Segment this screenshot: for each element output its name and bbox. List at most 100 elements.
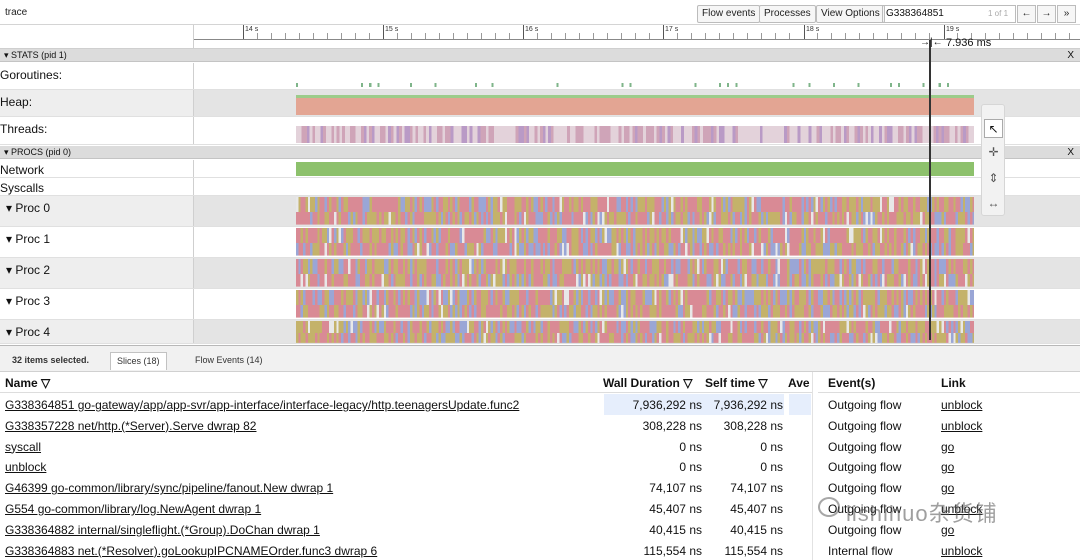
track-syscalls[interactable]: Syscalls — [0, 178, 1080, 196]
track-area[interactable] — [194, 258, 1080, 288]
ruler-minor-tick — [537, 33, 538, 39]
ruler-minor-tick — [397, 33, 398, 39]
track-label: ▾ Proc 3 — [0, 289, 194, 319]
processes-button[interactable]: Processes — [759, 5, 816, 23]
proc-1-slices[interactable] — [296, 228, 974, 256]
proc-2-slices[interactable] — [296, 259, 974, 287]
next-result-button[interactable]: → — [1037, 5, 1056, 23]
column-name[interactable]: Name ▽ — [5, 376, 50, 390]
proc-4-slices[interactable] — [296, 321, 974, 343]
track-heap[interactable]: Heap: — [0, 90, 1080, 117]
ruler-minor-tick — [271, 33, 272, 39]
slice-name-link[interactable]: G554 go-common/library/log.NewAgent dwra… — [5, 502, 599, 516]
cursor-icon[interactable]: ↖ — [984, 119, 1003, 138]
track-proc-3[interactable]: ▾ Proc 3 — [0, 289, 1080, 320]
ruler-minor-tick — [481, 33, 482, 39]
ruler-minor-tick — [775, 33, 776, 39]
threads-counter[interactable] — [296, 126, 974, 143]
track-label: Goroutines: — [0, 63, 194, 89]
table-row[interactable]: syscall 0 ns 0 ns Outgoing flow go — [0, 436, 1080, 457]
track-area[interactable] — [194, 320, 1080, 343]
track-label: Heap: — [0, 90, 194, 116]
table-row[interactable]: G338357228 net/http.(*Server).Serve dwra… — [0, 415, 1080, 436]
ruler-tick — [383, 25, 384, 39]
flow-link[interactable]: go — [941, 440, 1031, 454]
track-area[interactable] — [194, 90, 1080, 116]
self-time-cell: 45,407 ns — [730, 502, 783, 516]
slice-name-link[interactable]: G46399 go-common/library/sync/pipeline/f… — [5, 481, 599, 495]
goroutines-counter[interactable] — [296, 83, 974, 87]
procs-group-header[interactable]: ▾ PROCS (pid 0) X — [0, 146, 1080, 159]
expand-button[interactable]: » — [1057, 5, 1076, 23]
ruler-minor-tick — [355, 33, 356, 39]
flow-link[interactable]: go — [941, 481, 1031, 495]
proc-0-slices[interactable] — [296, 197, 974, 225]
track-area[interactable] — [194, 227, 1080, 257]
track-label: Threads: — [0, 117, 194, 144]
column-self-time[interactable]: Self time ▽ — [705, 376, 768, 390]
table-row[interactable]: G338364883 net.(*Resolver).goLookupIPCNA… — [0, 540, 1080, 560]
wall-duration-cell: 0 ns — [679, 439, 702, 454]
slice-name-link[interactable]: G338364882 internal/singleflight.(*Group… — [5, 523, 599, 537]
track-proc-0[interactable]: ▾ Proc 0 — [0, 196, 1080, 227]
ruler-minor-tick — [999, 33, 1000, 39]
slice-name-link[interactable]: unblock — [5, 460, 599, 474]
close-icon[interactable]: X — [1067, 146, 1074, 159]
track-area[interactable] — [194, 196, 1080, 226]
time-ruler[interactable]: 14 s 15 s 16 s 17 s 18 s 19 s 7.936 ms →… — [0, 25, 1080, 49]
network-slices[interactable] — [296, 162, 974, 176]
track-area[interactable] — [194, 178, 1080, 195]
column-average[interactable]: Ave — [788, 376, 810, 390]
heap-counter-bar[interactable] — [296, 98, 974, 115]
tab-slices[interactable]: Slices (18) — [110, 352, 167, 370]
slice-name-link[interactable]: G338364883 net.(*Resolver).goLookupIPCNA… — [5, 544, 599, 558]
ruler-tick-label: 17 s — [665, 26, 679, 33]
ruler-minor-tick — [789, 33, 790, 39]
table-row[interactable]: unblock 0 ns 0 ns Outgoing flow go — [0, 456, 1080, 477]
tab-flow-events[interactable]: Flow Events (14) — [189, 352, 269, 370]
track-area[interactable] — [194, 160, 1080, 177]
ruler-minor-tick — [509, 33, 510, 39]
track-goroutines[interactable]: Goroutines: — [0, 63, 1080, 90]
fit-width-icon[interactable]: ↔ — [984, 194, 1003, 213]
slice-name-link[interactable]: G338357228 net/http.(*Server).Serve dwra… — [5, 419, 599, 433]
proc-3-slices[interactable] — [296, 290, 974, 318]
view-options-button[interactable]: View Options — [816, 5, 885, 23]
track-label: ▾ Proc 0 — [0, 196, 194, 226]
selection-duration-label: 7.936 ms — [946, 37, 992, 49]
flow-events-button[interactable]: Flow events — [697, 5, 761, 23]
prev-result-button[interactable]: ← — [1017, 5, 1036, 23]
track-area[interactable] — [194, 117, 1080, 144]
ruler-tick — [663, 25, 664, 39]
selection-marker-line[interactable] — [929, 40, 931, 340]
flow-link[interactable]: unblock — [941, 419, 1031, 433]
close-icon[interactable]: X — [1067, 49, 1074, 62]
ruler-minor-tick — [313, 33, 314, 39]
track-proc-1[interactable]: ▾ Proc 1 — [0, 227, 1080, 258]
event-cell: Outgoing flow — [828, 439, 902, 454]
panel-divider — [812, 372, 818, 560]
ruler-minor-tick — [649, 33, 650, 39]
ruler-minor-tick — [1027, 33, 1028, 39]
ruler-minor-tick — [285, 33, 286, 39]
ruler-tick-label: 16 s — [525, 26, 539, 33]
ruler-tick — [523, 25, 524, 39]
selection-panel-bar: 32 items selected. Slices (18) Flow Even… — [0, 345, 1080, 372]
move-icon[interactable]: ✛ — [984, 143, 1003, 162]
slice-name-link[interactable]: G338364851 go-gateway/app/app-svr/app-in… — [5, 398, 599, 412]
track-proc-4[interactable]: ▾ Proc 4 — [0, 320, 1080, 344]
track-area[interactable] — [194, 63, 1080, 89]
track-network[interactable]: Network — [0, 160, 1080, 178]
flow-link[interactable]: unblock — [941, 544, 1031, 558]
flow-link[interactable]: unblock — [941, 398, 1031, 412]
track-threads[interactable]: Threads: — [0, 117, 1080, 145]
flow-link[interactable]: go — [941, 460, 1031, 474]
slice-name-link[interactable]: syscall — [5, 440, 599, 454]
table-row[interactable]: G338364851 go-gateway/app/app-svr/app-in… — [0, 394, 1080, 415]
event-cell: Outgoing flow — [828, 398, 902, 412]
column-wall-duration[interactable]: Wall Duration ▽ — [603, 376, 692, 390]
zoom-icon[interactable]: ⇕ — [984, 169, 1003, 188]
track-area[interactable] — [194, 289, 1080, 319]
stats-group-header[interactable]: ▾ STATS (pid 1) X — [0, 49, 1080, 62]
track-proc-2[interactable]: ▾ Proc 2 — [0, 258, 1080, 289]
